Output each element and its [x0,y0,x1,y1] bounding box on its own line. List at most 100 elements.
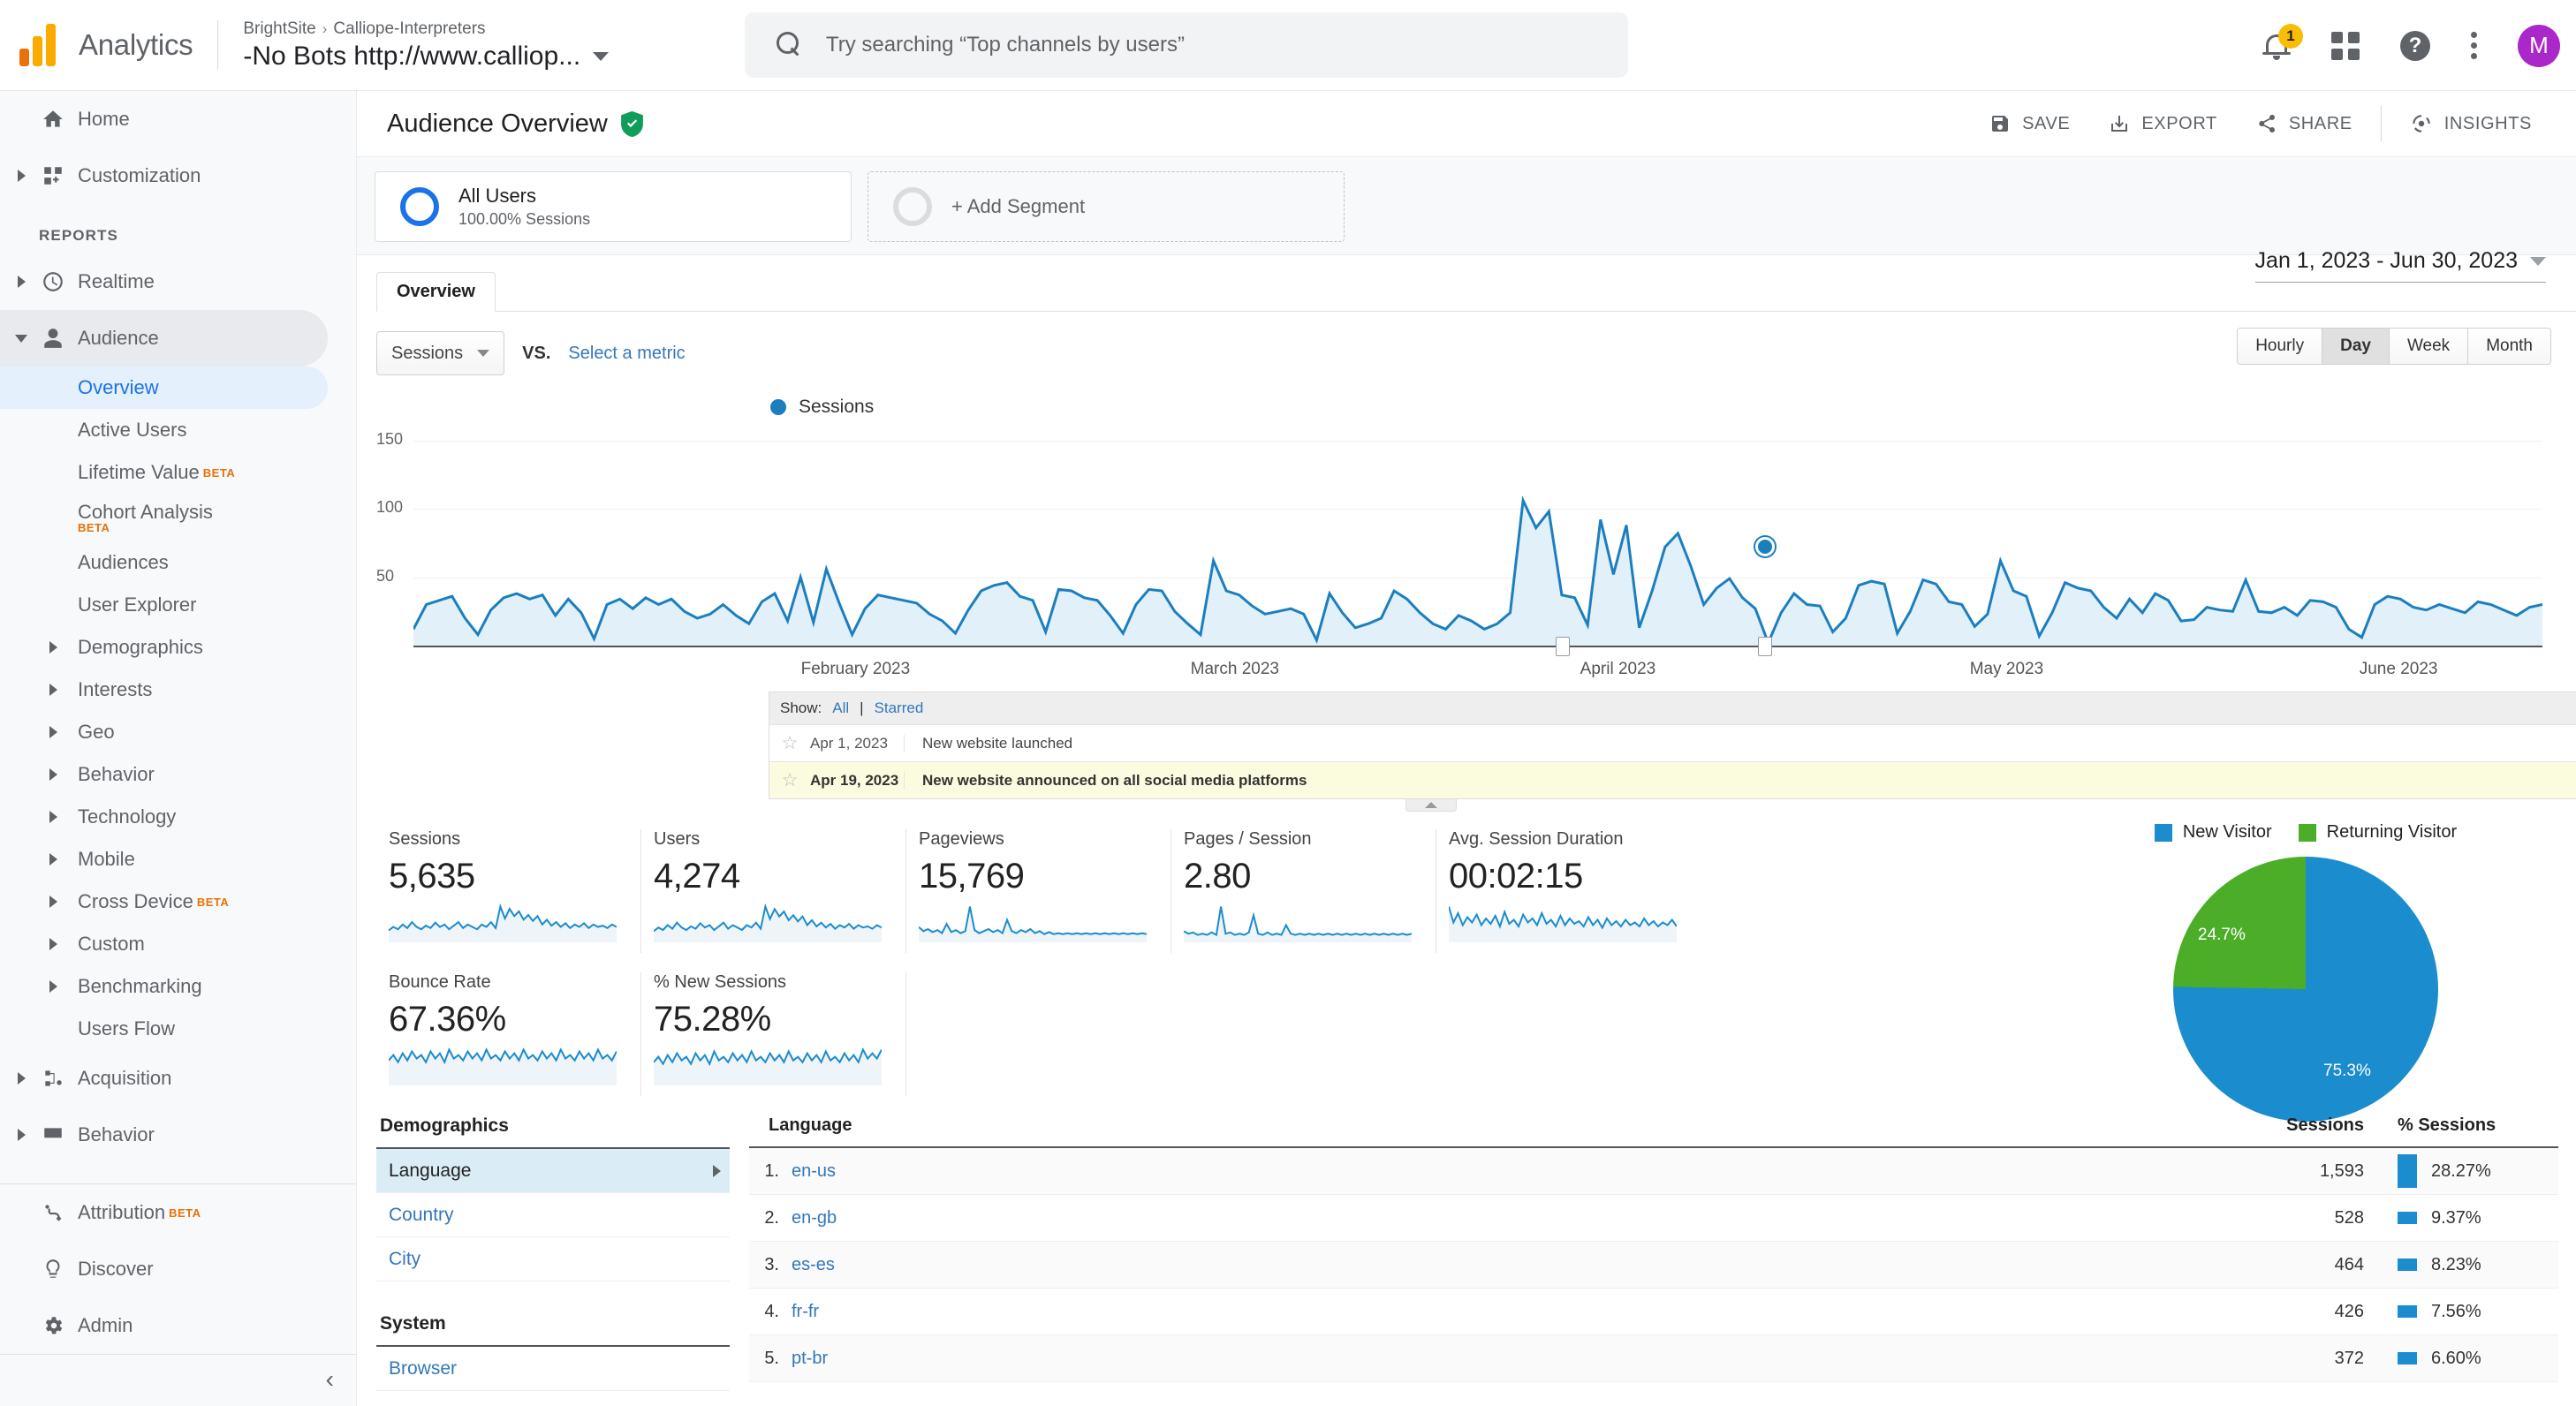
dimension-item-browser[interactable]: Browser [376,1347,730,1391]
tab-overview[interactable]: Overview [376,272,496,312]
sidebar-item-benchmarking[interactable]: Benchmarking [0,965,356,1008]
collapse-annotations-button[interactable] [1405,799,1457,812]
sidebar-item-behavior[interactable]: Behavior [0,753,356,796]
insights-button[interactable]: INSIGHTS [2390,112,2551,135]
granularity-day[interactable]: Day [2322,329,2390,364]
granularity-hourly[interactable]: Hourly [2238,329,2323,364]
annotation-row[interactable]: ☆ Apr 19, 2023 New website announced on … [769,761,2576,798]
expand-arrow-icon[interactable] [49,641,78,654]
star-icon[interactable]: ☆ [769,769,810,791]
row-language[interactable]: pt-br [779,1349,2205,1369]
granularity-week[interactable]: Week [2389,329,2469,364]
sidebar-item-demographics[interactable]: Demographics [0,626,356,669]
sidebar-item-realtime[interactable]: Realtime [0,253,356,310]
select-a-metric-link[interactable]: Select a metric [568,344,685,364]
sidebar-item-geo[interactable]: Geo [0,711,356,753]
row-language[interactable]: fr-fr [779,1302,2205,1322]
metric-card-avg-session-duration[interactable]: Avg. Session Duration 00:02:15 [1436,829,1701,953]
column-header-language[interactable]: Language [749,1115,2205,1136]
metric-card-bounce-rate[interactable]: Bounce Rate 67.36% [376,972,641,1096]
sidebar-item-custom[interactable]: Custom [0,923,356,965]
sidebar-item-lifetime-value[interactable]: Lifetime Value BETA [0,451,356,494]
sidebar-item-users-flow[interactable]: Users Flow [0,1008,356,1050]
help-icon[interactable]: ? [2400,30,2430,61]
avatar[interactable]: M [2518,24,2560,67]
metric-select[interactable]: Sessions [376,331,505,375]
column-header-pct-sessions[interactable]: % Sessions [2364,1115,2558,1136]
sidebar-item-behavior-report[interactable]: Behavior [0,1107,356,1163]
annotations-filter-all[interactable]: All [832,699,849,717]
row-language[interactable]: es-es [779,1255,2205,1275]
expand-arrow-icon[interactable] [14,170,28,182]
sidebar-item-audience[interactable]: Audience [0,310,328,367]
annotation-row[interactable]: ☆ Apr 1, 2023 New website launched edit … [769,724,2576,761]
dimension-item-country[interactable]: Country [376,1193,730,1237]
dimension-item-language[interactable]: Language [376,1149,730,1193]
star-icon[interactable]: ☆ [769,732,810,754]
table-row[interactable]: 1. en-us 1,593 28.27% [749,1148,2558,1195]
search-input[interactable] [826,33,1533,57]
metric-card-new-sessions[interactable]: % New Sessions 75.28% [641,972,906,1096]
sidebar-item-admin[interactable]: Admin [0,1297,356,1354]
sidebar-item-active-users[interactable]: Active Users [0,409,356,451]
more-vert-icon[interactable] [2471,32,2477,59]
row-language[interactable]: en-gb [779,1208,2205,1228]
segment-all-users[interactable]: All Users 100.00% Sessions [375,171,852,242]
expand-arrow-icon[interactable] [49,853,78,866]
chevron-down-icon[interactable] [593,51,610,61]
sidebar-item-home[interactable]: Home [0,91,356,147]
notifications-button[interactable]: 1 [2262,23,2303,61]
pie-legend-returning-visitor[interactable]: Returning Visitor [2298,822,2457,843]
annotation-marker-icon[interactable] [1556,637,1571,656]
expand-arrow-icon[interactable] [14,1129,28,1141]
table-row[interactable]: 2. en-gb 528 9.37% [749,1195,2558,1242]
expand-arrow-icon[interactable] [49,938,78,950]
expand-arrow-icon[interactable] [14,276,28,288]
sidebar-item-cross-device[interactable]: Cross Device BETA [0,881,356,923]
sidebar-item-acquisition[interactable]: Acquisition [0,1050,356,1107]
metric-card-sessions[interactable]: Sessions 5,635 [376,829,641,953]
property-selector[interactable]: BrightSite › Calliope-Interpreters -No B… [243,19,610,72]
sidebar-item-interests[interactable]: Interests [0,669,356,711]
metric-card-users[interactable]: Users 4,274 [641,829,906,953]
sidebar-item-audiences[interactable]: Audiences [0,541,356,584]
date-range-picker[interactable]: Jan 1, 2023 - Jun 30, 2023 [2254,248,2546,283]
expand-arrow-icon[interactable] [49,896,78,908]
apps-grid-icon[interactable] [2331,31,2360,60]
collapse-arrow-icon[interactable] [14,334,28,343]
granularity-month[interactable]: Month [2468,329,2550,364]
expand-arrow-icon[interactable] [49,684,78,696]
share-button[interactable]: SHARE [2237,113,2372,134]
pie-chart[interactable]: 24.7% 75.3% [2173,857,2438,1122]
annotation-marker-icon[interactable] [1758,637,1773,656]
expand-arrow-icon[interactable] [49,811,78,823]
expand-arrow-icon[interactable] [49,768,78,781]
table-row[interactable]: 3. es-es 464 8.23% [749,1242,2558,1289]
collapse-sidebar-button[interactable]: ‹ [326,1365,334,1394]
sidebar-item-overview[interactable]: Overview [0,367,328,409]
export-button[interactable]: EXPORT [2089,113,2236,134]
sidebar-item-discover[interactable]: Discover [0,1241,356,1297]
table-row[interactable]: 5. pt-br 372 6.60% [749,1335,2558,1382]
save-button[interactable]: SAVE [1970,113,2089,134]
expand-arrow-icon[interactable] [14,1072,28,1085]
metric-card-pageviews[interactable]: Pageviews 15,769 [906,829,1171,953]
row-language[interactable]: en-us [779,1161,2205,1182]
expand-arrow-icon[interactable] [49,980,78,993]
global-search[interactable] [745,12,1628,78]
annotations-filter-starred[interactable]: Starred [875,699,924,717]
metric-card-pages-per-session[interactable]: Pages / Session 2.80 [1171,829,1436,953]
sidebar-item-mobile[interactable]: Mobile [0,838,356,881]
sessions-timeseries-chart[interactable]: 50 100 150 [376,427,2542,656]
sidebar-item-cohort-analysis[interactable]: Cohort Analysis BETA [0,494,356,541]
column-header-sessions[interactable]: Sessions [2205,1115,2364,1136]
table-row[interactable]: 4. fr-fr 426 7.56% [749,1289,2558,1335]
sidebar-item-user-explorer[interactable]: User Explorer [0,584,356,626]
sidebar-item-attribution[interactable]: Attribution BETA [0,1184,356,1241]
dimension-item-city[interactable]: City [376,1237,730,1281]
pie-legend-new-visitor[interactable]: New Visitor [2154,822,2272,843]
sidebar-item-customization[interactable]: Customization [0,147,356,204]
sidebar-item-technology[interactable]: Technology [0,796,356,838]
add-segment-button[interactable]: + Add Segment [868,171,1345,242]
expand-arrow-icon[interactable] [49,726,78,738]
